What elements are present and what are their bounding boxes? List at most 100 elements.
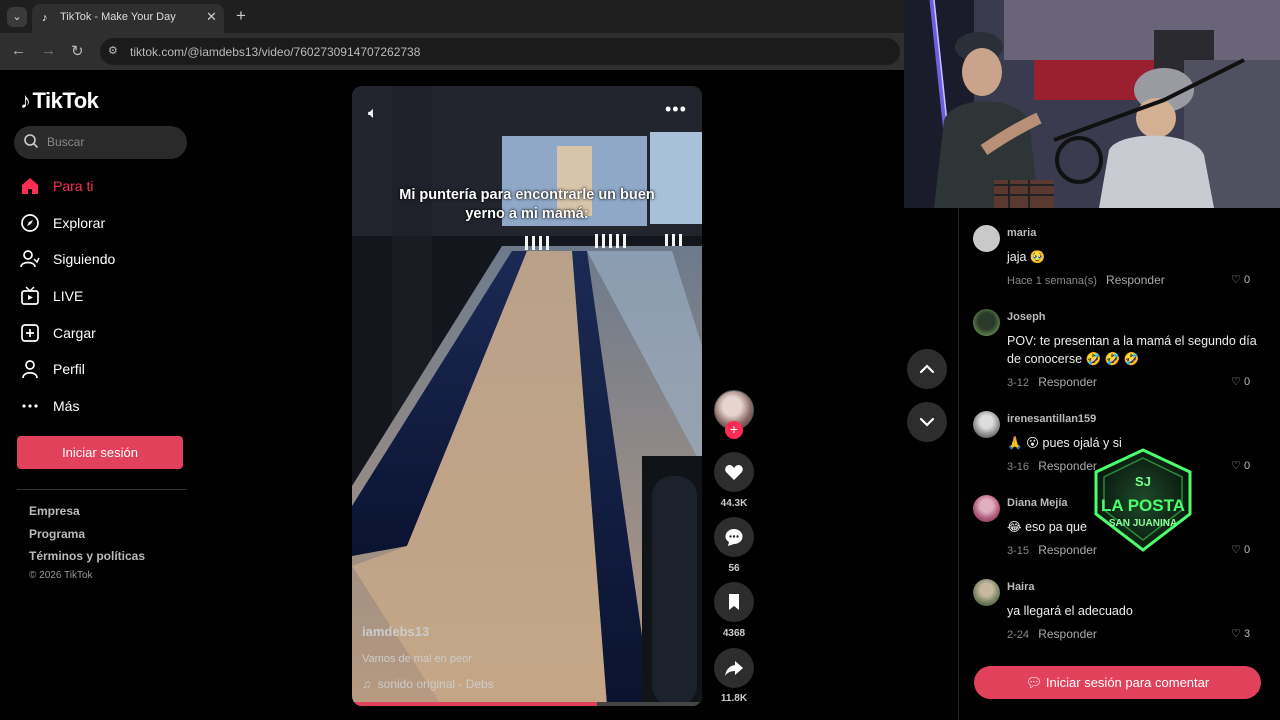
video-frame-bowling-alley bbox=[352, 86, 702, 706]
browser-tab[interactable]: ♪ TikTok - Make Your Day ✕ bbox=[32, 4, 224, 33]
nav-label: Perfil bbox=[53, 361, 85, 377]
reply-button[interactable]: Responder bbox=[1106, 273, 1165, 287]
tab-search-dropdown-button[interactable]: ⌄ bbox=[7, 7, 27, 27]
following-icon bbox=[20, 250, 40, 268]
avatar[interactable] bbox=[973, 411, 1000, 438]
heart-outline-icon: ♡ bbox=[1231, 544, 1241, 556]
heart-outline-icon: ♡ bbox=[1231, 376, 1241, 388]
comment-username[interactable]: Haira bbox=[1007, 581, 1035, 593]
comment-like-button[interactable]: ♡ 0 bbox=[1231, 273, 1250, 286]
nav-label: LIVE bbox=[53, 288, 84, 304]
chevron-down-icon bbox=[919, 417, 935, 427]
reload-icon[interactable]: ↻ bbox=[71, 42, 84, 60]
comment-like-count: 0 bbox=[1243, 274, 1251, 286]
reply-button[interactable]: Responder bbox=[1038, 627, 1097, 641]
reply-button[interactable]: Responder bbox=[1038, 375, 1097, 389]
avatar[interactable] bbox=[973, 579, 1000, 606]
comment-date-text: Hace 1 semana(s) bbox=[1007, 275, 1097, 287]
tiktok-favicon-icon: ♪ bbox=[42, 12, 48, 24]
footer-link-programa[interactable]: Programa bbox=[29, 527, 85, 541]
nav-label: Cargar bbox=[53, 325, 96, 341]
share-button[interactable] bbox=[714, 648, 754, 688]
webcam-scene bbox=[904, 0, 1280, 208]
like-button[interactable] bbox=[714, 452, 754, 492]
comment-username[interactable]: maria bbox=[1007, 227, 1036, 239]
comment-like-button[interactable]: ♡ 0 bbox=[1231, 375, 1250, 388]
like-count: 44.3K bbox=[720, 498, 748, 509]
comment-date: 2-24 Responder bbox=[1007, 627, 1097, 641]
nav-label: Para ti bbox=[53, 178, 94, 194]
footer-link-empresa[interactable]: Empresa bbox=[29, 504, 80, 518]
logo-san-juanina-text: SAN JUANINA bbox=[1109, 518, 1177, 529]
chevron-up-icon bbox=[919, 364, 935, 374]
url-text[interactable]: tiktok.com/@iamdebs13/video/760273091470… bbox=[130, 45, 420, 59]
save-button[interactable] bbox=[714, 582, 754, 622]
comment-item: Joseph POV: te presentan a la mamá el se… bbox=[973, 309, 1263, 389]
comment-date: 3-12 Responder bbox=[1007, 375, 1097, 389]
comment-like-button[interactable]: ♡ 0 bbox=[1231, 459, 1250, 472]
profile-icon bbox=[22, 360, 38, 379]
comment-date-text: 3-15 bbox=[1007, 545, 1030, 557]
comment-like-button[interactable]: ♡ 0 bbox=[1231, 543, 1250, 556]
nav-item-perfil[interactable]: Perfil bbox=[16, 354, 186, 384]
nav-label: Explorar bbox=[53, 215, 106, 231]
comment-bubble-icon bbox=[725, 529, 743, 546]
comment-like-button[interactable]: ♡ 3 bbox=[1231, 627, 1250, 640]
back-arrow-icon[interactable]: ← bbox=[11, 42, 26, 59]
tiktok-logo[interactable]: ♪TikTok bbox=[20, 88, 99, 114]
more-options-icon[interactable]: ••• bbox=[665, 99, 687, 120]
video-description: Vamos de mal en peor bbox=[362, 653, 472, 665]
next-video-button[interactable] bbox=[907, 402, 947, 442]
tab-title: TikTok - Make Your Day bbox=[60, 11, 176, 23]
logo-la-posta-text: LA POSTA bbox=[1101, 496, 1185, 515]
video-progress-bar[interactable] bbox=[352, 702, 702, 706]
logo-text: TikTok bbox=[32, 88, 99, 113]
nav-item-siguiendo[interactable]: Siguiendo bbox=[16, 244, 186, 274]
comment-like-count: 0 bbox=[1243, 460, 1251, 472]
comment-username[interactable]: Diana Mejía bbox=[1007, 497, 1068, 509]
comment-button[interactable] bbox=[714, 517, 754, 557]
url-field[interactable]: ⚙ tiktok.com/@iamdebs13/video/7602730914… bbox=[100, 38, 900, 65]
site-info-icon[interactable]: ⚙ bbox=[108, 44, 118, 57]
search-input[interactable]: Buscar bbox=[14, 126, 187, 159]
webcam-overlay bbox=[904, 0, 1280, 208]
video-caption: Mi puntería para encontrarle un buen yer… bbox=[399, 187, 655, 222]
forward-arrow-icon[interactable]: → bbox=[41, 42, 56, 59]
nav-item-live[interactable]: LIVE bbox=[16, 281, 186, 311]
upload-icon bbox=[21, 324, 39, 342]
tab-close-icon[interactable]: ✕ bbox=[206, 9, 217, 25]
sidebar: ♪TikTok Buscar Para ti Explorar Siguiend… bbox=[0, 70, 200, 720]
new-tab-icon[interactable]: + bbox=[236, 6, 246, 26]
comment-date-text: 2-24 bbox=[1007, 629, 1030, 641]
comment-count: 56 bbox=[728, 563, 740, 574]
share-count: 11.8K bbox=[720, 693, 748, 704]
nav-item-mas[interactable]: Más bbox=[16, 391, 186, 421]
comment-username[interactable]: irenesantillan159 bbox=[1007, 413, 1096, 425]
follow-plus-icon[interactable]: + bbox=[725, 421, 743, 439]
comment-like-count: 0 bbox=[1243, 376, 1251, 388]
comment-date-text: 3-12 bbox=[1007, 377, 1030, 389]
avatar[interactable] bbox=[973, 225, 1000, 252]
login-to-comment-button[interactable]: 💬︎ Iniciar sesión para comentar bbox=[974, 666, 1261, 699]
comment-like-count: 3 bbox=[1243, 628, 1251, 640]
music-note-icon: ♫ bbox=[362, 677, 371, 691]
avatar[interactable] bbox=[973, 309, 1000, 336]
nav-item-cargar[interactable]: Cargar bbox=[16, 318, 186, 348]
video-sound[interactable]: ♫ sonido original - Debs bbox=[362, 677, 494, 691]
heart-outline-icon: ♡ bbox=[1231, 628, 1241, 640]
footer-link-terminos[interactable]: Términos y políticas bbox=[29, 549, 145, 563]
sidebar-divider bbox=[17, 489, 187, 490]
home-icon bbox=[22, 178, 38, 194]
video-player[interactable]: Mi puntería para encontrarle un buen yer… bbox=[352, 86, 702, 706]
nav-item-para-ti[interactable]: Para ti bbox=[16, 171, 186, 201]
comment-username[interactable]: Joseph bbox=[1007, 311, 1046, 323]
login-button[interactable]: Iniciar sesión bbox=[17, 436, 183, 469]
previous-video-button[interactable] bbox=[907, 349, 947, 389]
avatar[interactable] bbox=[973, 495, 1000, 522]
volume-icon[interactable]: 🔈︎ bbox=[368, 105, 378, 123]
tiktok-note-icon: ♪ bbox=[20, 88, 31, 113]
comment-bubble-icon: 💬︎ bbox=[1025, 675, 1043, 690]
nav-item-explorar[interactable]: Explorar bbox=[16, 208, 186, 238]
comment-item: Haira ya llegará el adecuado 2-24 Respon… bbox=[973, 579, 1263, 659]
video-author[interactable]: iamdebs13 bbox=[362, 624, 429, 639]
